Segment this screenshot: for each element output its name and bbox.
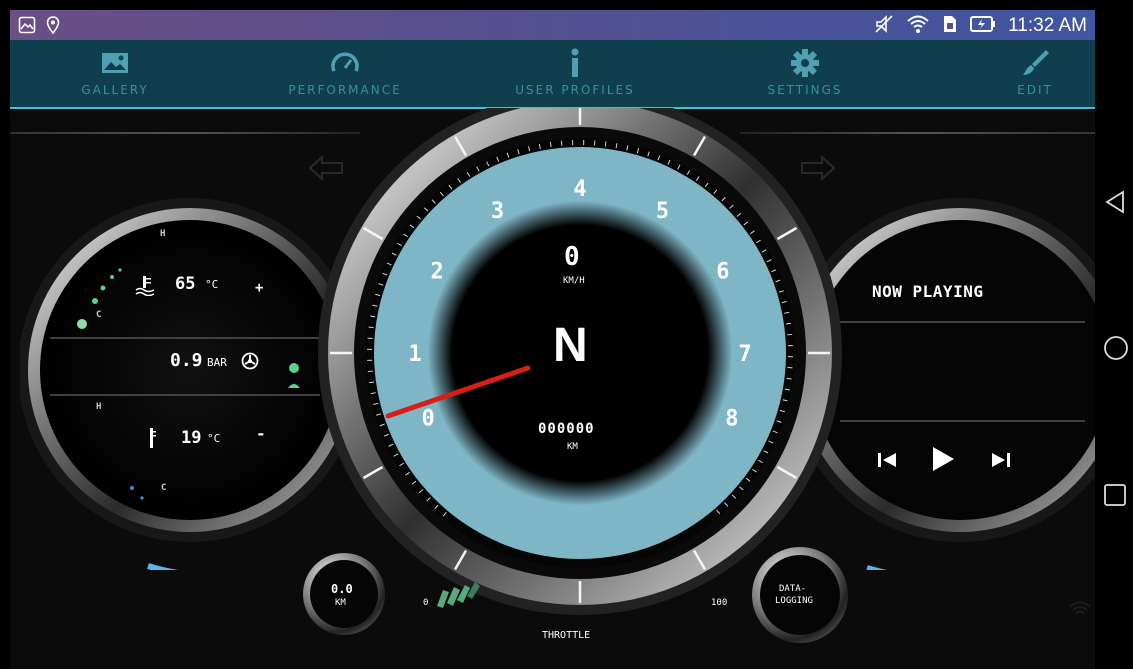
mute-icon xyxy=(874,14,894,38)
play-icon[interactable] xyxy=(930,445,956,477)
throttle-label: THROTTLE xyxy=(542,630,591,641)
battery-charging-icon xyxy=(970,15,996,37)
gear-icon xyxy=(790,49,820,77)
nav-user-profiles[interactable]: USER PROFILES xyxy=(500,40,650,107)
data-logging-label-1: DATA- xyxy=(779,584,807,594)
tach-number-7: 7 xyxy=(738,342,751,367)
coolant-cold-label: C xyxy=(96,310,102,320)
nav-settings[interactable]: SETTINGS xyxy=(750,40,860,107)
odometer-unit: KM xyxy=(567,442,578,452)
dashboard-screen: 11:32 AM GALLERY PERFORMANCE USER PROFIL… xyxy=(10,10,1095,669)
data-logging-button[interactable]: DATA- LOGGING xyxy=(752,547,848,643)
coolant-temp-value: 65 xyxy=(175,274,196,294)
throttle-max: 100 xyxy=(711,598,728,608)
gear-indicator: N xyxy=(553,319,588,372)
tach-number-5: 5 xyxy=(656,199,669,224)
speed-unit: KM/H xyxy=(563,276,585,286)
air-hot-label: H xyxy=(96,402,102,412)
location-icon xyxy=(46,16,60,38)
tach-number-0: 0 xyxy=(421,406,434,431)
air-minus-button[interactable]: - xyxy=(256,424,266,443)
sim-icon xyxy=(942,14,958,38)
tach-number-4: 4 xyxy=(573,177,586,202)
coolant-hot-label: H xyxy=(160,229,166,239)
air-temp-icon xyxy=(147,427,157,453)
next-track-icon[interactable] xyxy=(990,450,1012,474)
nav-gallery[interactable]: GALLERY xyxy=(60,40,170,107)
tach-number-1: 1 xyxy=(408,342,421,367)
nav-performance[interactable]: PERFORMANCE xyxy=(275,40,415,107)
previous-track-icon[interactable] xyxy=(876,450,898,474)
nav-performance-label: PERFORMANCE xyxy=(288,83,402,97)
wifi-signal-icon xyxy=(1068,600,1092,624)
boost-unit: BAR xyxy=(207,356,227,369)
speed-value: 0 xyxy=(564,242,580,272)
back-icon[interactable] xyxy=(1103,190,1127,214)
system-navigation-bar xyxy=(1095,0,1133,669)
trip-value: 0.0 xyxy=(331,582,353,596)
tach-number-6: 6 xyxy=(716,260,729,285)
status-time: 11:32 AM xyxy=(1008,15,1087,36)
nav-user-profiles-label: USER PROFILES xyxy=(515,83,635,97)
brush-icon xyxy=(1020,49,1050,77)
trip-unit: KM xyxy=(335,598,346,608)
home-icon[interactable] xyxy=(1103,335,1128,360)
nav-edit-label: EDIT xyxy=(1017,83,1053,97)
air-temp-value: 19 xyxy=(181,428,202,448)
air-cold-label: C xyxy=(161,483,167,493)
gallery-notification-icon xyxy=(18,16,36,38)
info-icon xyxy=(560,48,590,77)
nav-gallery-label: GALLERY xyxy=(81,83,149,97)
top-nav-bar: GALLERY PERFORMANCE USER PROFILES SETTIN… xyxy=(10,40,1095,109)
tach-number-3: 3 xyxy=(491,199,504,224)
tach-number-8: 8 xyxy=(725,406,738,431)
odometer-value: 000000 xyxy=(538,421,595,437)
coolant-temp-icon xyxy=(134,274,156,300)
air-temp-unit: °C xyxy=(207,432,221,445)
nav-settings-label: SETTINGS xyxy=(767,83,843,97)
coolant-temp-unit: °C xyxy=(205,278,219,291)
tach-number-2: 2 xyxy=(430,260,443,285)
recents-icon[interactable] xyxy=(1103,483,1127,507)
now-playing-title: NOW PLAYING xyxy=(872,282,984,301)
wifi-icon xyxy=(906,14,930,38)
nav-edit[interactable]: EDIT xyxy=(1000,40,1070,107)
turbo-icon xyxy=(241,352,259,374)
throttle-bar xyxy=(435,576,485,614)
status-bar: 11:32 AM xyxy=(10,10,1095,40)
image-icon xyxy=(100,49,130,77)
boost-value: 0.9 xyxy=(170,350,203,371)
throttle-min: 0 xyxy=(423,598,429,608)
trip-reset-button[interactable]: 0.0 KM xyxy=(303,553,385,635)
data-logging-label-2: LOGGING xyxy=(775,596,813,606)
coolant-plus-button[interactable]: + xyxy=(255,280,263,296)
gauge-icon xyxy=(330,49,360,77)
